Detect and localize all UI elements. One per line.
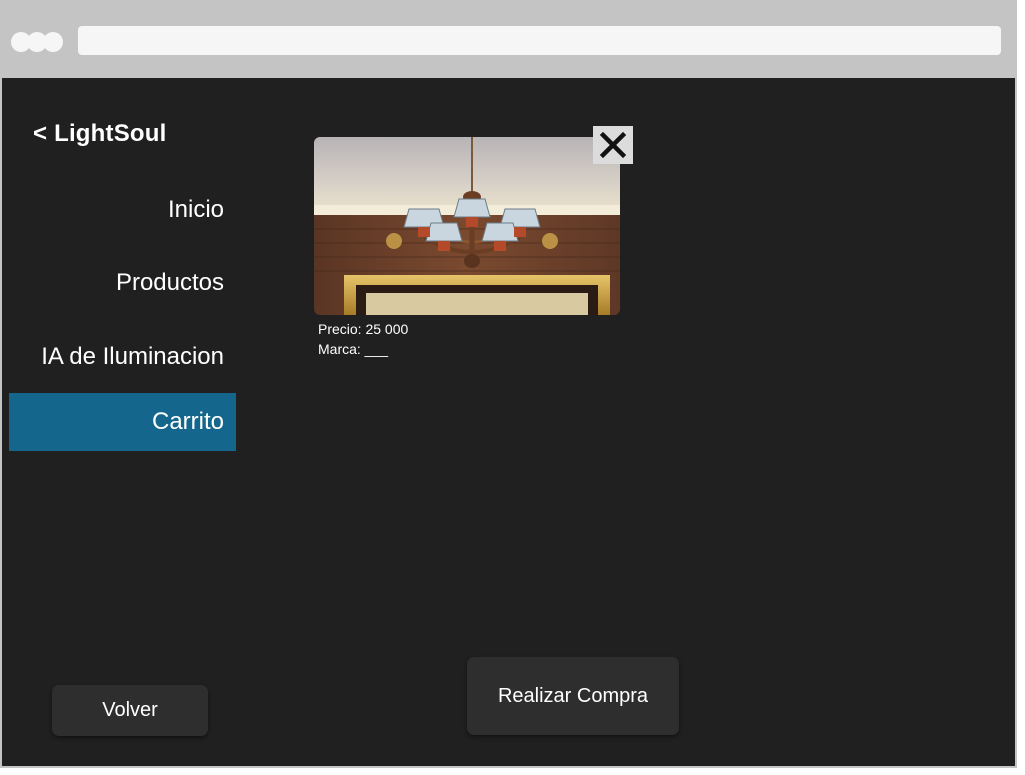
address-bar[interactable]	[78, 26, 1001, 55]
purchase-button[interactable]: Realizar Compra	[467, 657, 679, 735]
product-price: Precio: 25 000	[318, 321, 409, 337]
cart-product-card	[314, 137, 620, 317]
browser-window: < LightSoul Inicio Productos IA de Ilumi…	[0, 0, 1017, 768]
window-controls	[11, 32, 67, 52]
back-button-label: Volver	[102, 699, 158, 721]
purchase-button-label: Realizar Compra	[497, 684, 649, 707]
sidebar-item-label: Inicio	[167, 196, 224, 223]
sidebar-item-label: Productos	[115, 269, 224, 296]
close-icon	[599, 131, 627, 159]
sidebar-item-carrito[interactable]: Carrito	[9, 393, 236, 451]
remove-item-button[interactable]	[593, 126, 633, 164]
back-button[interactable]: Volver	[52, 685, 208, 736]
browser-titlebar	[2, 2, 1015, 78]
sidebar-item-productos[interactable]: Productos	[9, 254, 236, 312]
sidebar-item-ia-iluminacion[interactable]: IA de Iluminacion	[9, 328, 236, 386]
brand-back-link[interactable]: < LightSoul	[33, 120, 167, 148]
sidebar-item-label: IA de Iluminacion	[41, 343, 224, 370]
window-control-dot[interactable]	[43, 32, 63, 52]
sidebar-item-inicio[interactable]: Inicio	[9, 181, 236, 239]
product-brand: Marca: ___	[318, 341, 389, 357]
sidebar-item-label: Carrito	[151, 408, 224, 435]
chandelier-image	[314, 137, 620, 315]
